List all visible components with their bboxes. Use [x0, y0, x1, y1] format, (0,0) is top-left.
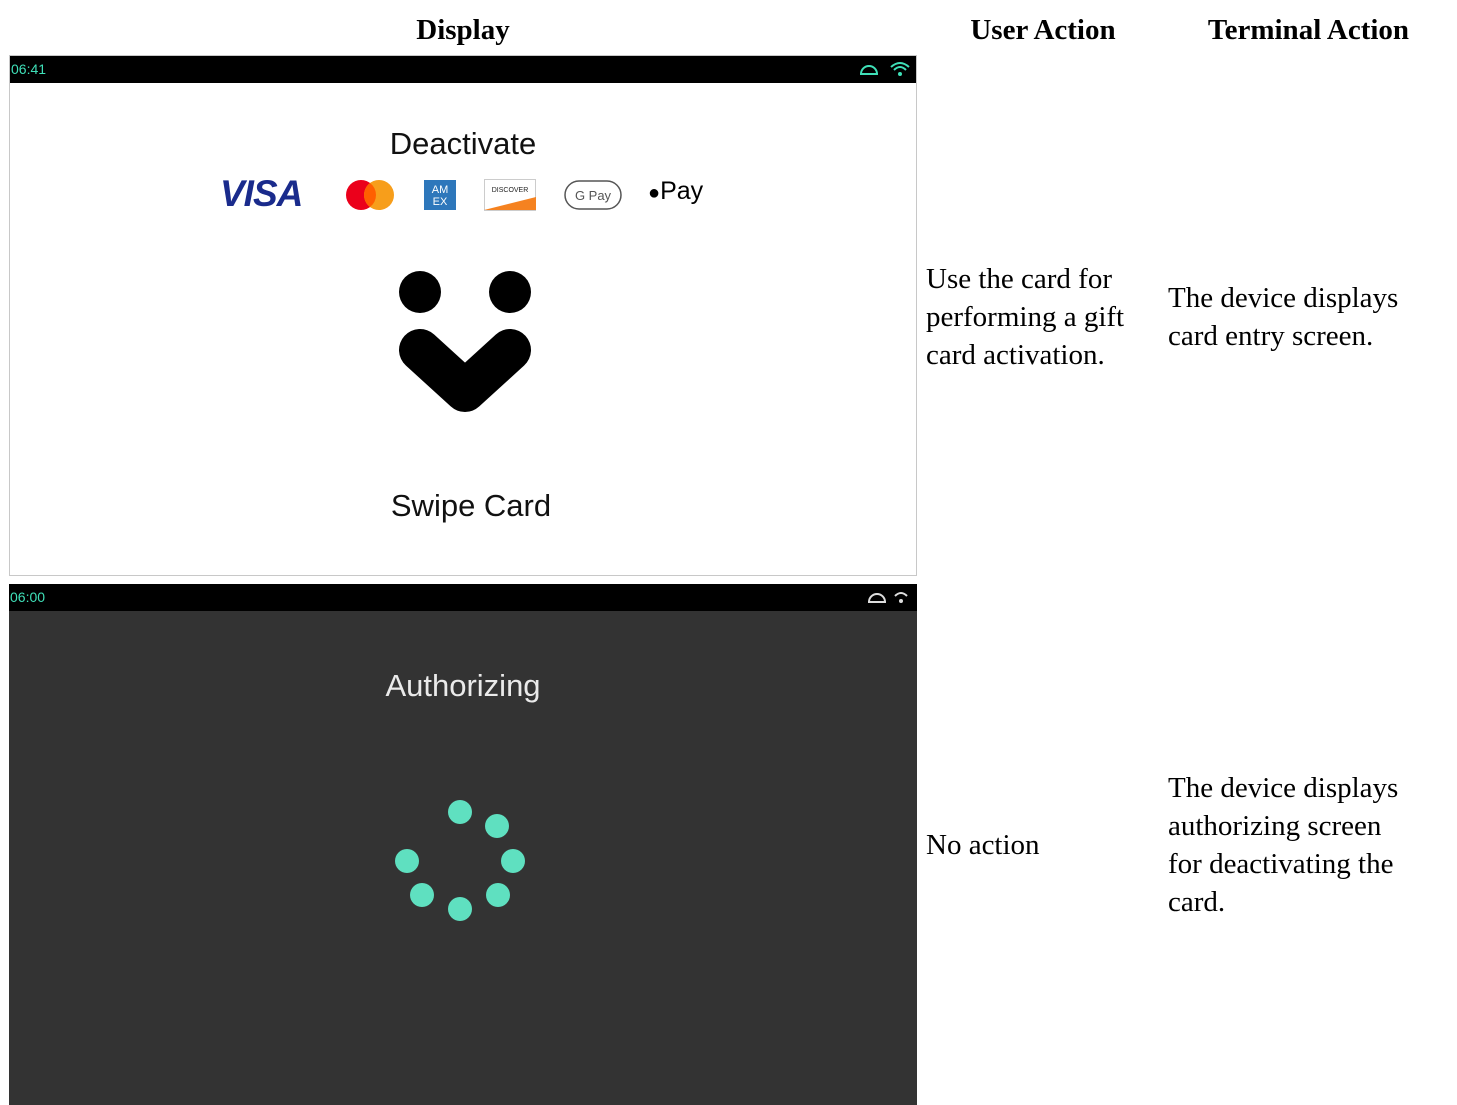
user-action-line: Use the card for: [926, 263, 1112, 295]
loading-spinner-icon: [395, 800, 525, 921]
header-terminal-action: Terminal Action: [1207, 14, 1410, 46]
apple-pay-logo: ●Pay: [648, 177, 703, 206]
svg-text:EX: EX: [433, 196, 448, 208]
terminal-action-line: for deactivating the: [1168, 848, 1394, 880]
card-tap-icon: [399, 271, 531, 412]
user-action-line: performing a gift: [926, 301, 1125, 333]
svg-text:AM: AM: [432, 184, 449, 196]
user-action-line: card activation.: [926, 339, 1105, 371]
terminal-action-line: authorizing screen: [1168, 810, 1382, 842]
amex-logo: AM EX: [424, 180, 456, 210]
status-icons: [859, 587, 913, 612]
status-time: 06:41: [11, 61, 47, 77]
user-action-row-1: Use the card for performing a gift card …: [926, 260, 1124, 374]
terminal-action-line: card.: [1168, 886, 1226, 918]
terminal-action-row-1: The device displays card entry screen.: [1168, 279, 1398, 355]
discover-logo: DISCOVER: [484, 179, 536, 211]
device-screen-authorizing: 06:00 Authorizing: [9, 584, 917, 1105]
device-screen-deactivate: 06:41 Deactivate VISA AM EX DISCOVER G P…: [9, 55, 917, 576]
terminal-action-line: The device displays: [1168, 772, 1399, 804]
header-user-action: User Action: [970, 14, 1116, 46]
status-icons: [858, 59, 912, 84]
status-bar: 06:41: [10, 56, 916, 83]
cloud-wifi-icon: [859, 62, 910, 76]
visa-logo: VISA: [220, 173, 303, 214]
google-pay-logo: G Pay: [564, 180, 622, 210]
terminal-action-line: The device displays: [1168, 282, 1399, 314]
screen-title: Authorizing: [385, 668, 541, 703]
user-action-line: No action: [926, 829, 1040, 861]
apple-icon: ●: [648, 182, 661, 204]
cloud-wifi-icon: [867, 592, 908, 603]
mastercard-logo: [346, 180, 394, 210]
swipe-card-prompt: Swipe Card: [390, 488, 552, 523]
terminal-action-line: card entry screen.: [1168, 320, 1374, 352]
status-bar: 06:00: [9, 584, 917, 611]
header-display: Display: [416, 14, 510, 46]
svg-text:G Pay: G Pay: [575, 188, 612, 203]
user-action-row-2: No action: [926, 826, 1040, 864]
status-time: 06:00: [10, 589, 46, 605]
screen-title: Deactivate: [389, 126, 537, 161]
apple-pay-label: Pay: [660, 177, 704, 205]
terminal-action-row-2: The device displays authorizing screen f…: [1168, 769, 1398, 921]
svg-text:DISCOVER: DISCOVER: [492, 187, 529, 194]
